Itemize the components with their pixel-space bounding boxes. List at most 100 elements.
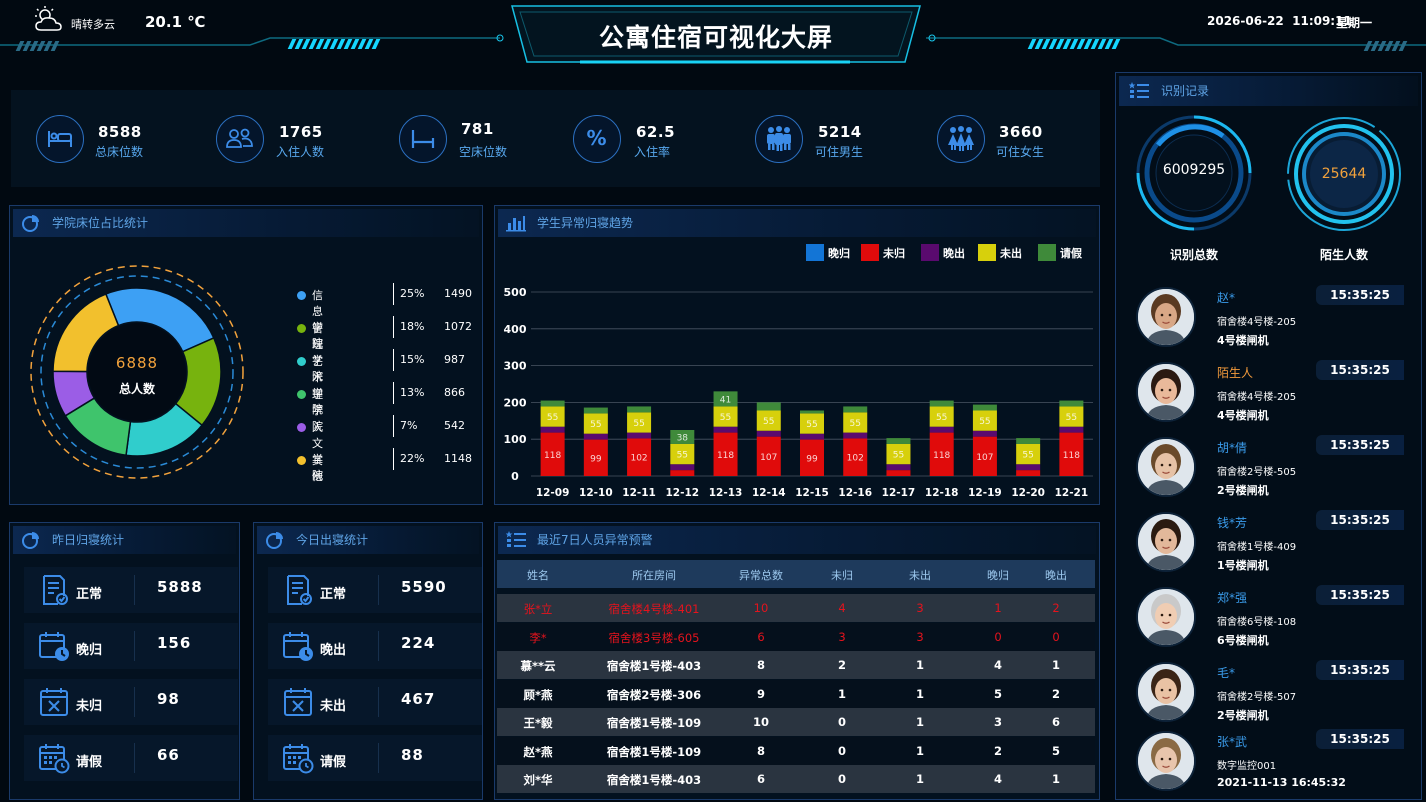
bar-value-label: 118: [1063, 451, 1080, 461]
college-panel-header: 学院床位占比统计: [13, 209, 479, 237]
table-row: 顾*燕 宿舍楼2号楼-306 9 1 1 5 2: [497, 679, 1095, 708]
trend-stacked-bar-chart: 0 100 200 300 400 500 晚归 未归 晚出 未出 请假 118 55 12-09 99 55…: [504, 244, 1093, 499]
college-name: 其他: [312, 454, 323, 483]
today-panel: 今日出寝统计 正常 5590 晚出 224 未出 467 请假 88: [253, 522, 483, 800]
avatar: [1136, 437, 1196, 497]
bar-value-label: 55: [936, 413, 947, 423]
bar-value-label: 55: [633, 419, 644, 429]
stat-box-value: 98: [157, 690, 180, 708]
x-tick-label: 12-09: [536, 487, 570, 499]
bar-value-label: 55: [763, 417, 774, 427]
list-icon: [1129, 82, 1149, 98]
bar-segment: [1016, 470, 1041, 476]
percent-icon: %: [573, 115, 621, 163]
table-cell: 3: [916, 629, 924, 644]
table-cell: 2: [1051, 686, 1060, 701]
legend-dot: [297, 423, 306, 432]
table-cell: 慕**云: [520, 659, 556, 673]
bar-value-label: 118: [544, 451, 561, 461]
stat-box-value: 5888: [157, 578, 203, 596]
document-check-icon: [38, 574, 70, 606]
yesterday-panel: 昨日归寝统计 正常 5888 晚归 156 未归 98 请假 66: [9, 522, 240, 800]
stat-box-divider: [378, 687, 379, 717]
table-cell: 8: [756, 658, 765, 672]
bar-value-label: 118: [933, 451, 950, 461]
college-panel-title: 学院床位占比统计: [52, 216, 149, 230]
avatar: [1136, 587, 1196, 647]
college-value: 866: [444, 386, 465, 399]
college-donut-chart: [30, 265, 244, 479]
bar-segment: [886, 464, 911, 471]
calendar-leave-icon: [282, 742, 314, 774]
table-cell: 宿舍楼3号楼-605: [608, 630, 700, 645]
table-header-cell: 晚出: [1045, 569, 1067, 582]
table-cell: 6: [756, 772, 765, 786]
bar-segment: [583, 407, 608, 414]
bar-segment: [800, 410, 824, 414]
record-device: 6号楼闸机: [1217, 634, 1269, 647]
header-datetime: 2026-06-22 11:09:11: [1207, 14, 1352, 28]
bar-segment: [1016, 438, 1041, 444]
bar-segment: [800, 433, 824, 440]
table-cell: 9: [756, 686, 765, 701]
bar-segment: [1059, 400, 1084, 407]
recognition-record: 张*武 数字监控001 2021-11-13 16:45:32 15:35:25: [1136, 729, 1406, 795]
stat-box-item: 未出 467: [268, 679, 482, 725]
legend-dot: [297, 390, 306, 399]
header-stripes-right: [1027, 34, 1121, 53]
recognition-total-label: 识别总数: [1169, 248, 1218, 262]
college-panel: 学院床位占比统计 6888 总人数 信息学院 25% 1490 管理学院 18% 1072…: [9, 205, 483, 505]
bar-segment: [627, 432, 652, 439]
bar-value-label: 118: [717, 451, 734, 461]
stat-value-occupancy: 62.5: [636, 123, 676, 141]
weather-text: 晴转多云: [71, 18, 115, 31]
recognition-total-value: 6009295: [1162, 162, 1226, 178]
stranger-count-label: 陌生人数: [1319, 248, 1368, 262]
bar-segment: [713, 426, 738, 433]
legend-label: 未归: [882, 246, 905, 260]
calendar-x-icon: [38, 686, 70, 718]
stat-label-total-beds: 总床位数: [95, 145, 144, 159]
header-stripes-right-dim: [1363, 36, 1408, 55]
table-cell: 赵*燕: [523, 744, 553, 759]
stat-box-label: 晚归: [76, 643, 103, 658]
x-tick-label: 12-16: [838, 487, 872, 499]
trend-panel: 学生异常归寝趋势 0 100 200 300 400 500 晚归 未归 晚出 未出 请假 118 55…: [494, 205, 1100, 505]
bed-icon: [36, 115, 84, 163]
today-panel-header: 今日出寝统计: [257, 526, 479, 554]
table-cell: 10: [752, 715, 769, 729]
table-cell: 宿舍楼1号楼-403: [606, 659, 702, 673]
bar-value-label: 107: [976, 453, 993, 463]
stat-box-value: 467: [401, 690, 436, 708]
table-cell: 1: [915, 715, 924, 729]
avatar: [1136, 731, 1196, 791]
legend-divider: [393, 415, 394, 437]
college-percent: 15%: [400, 353, 425, 366]
table-cell: 0: [837, 772, 846, 786]
calendar-x-icon: [282, 686, 314, 718]
record-device: 2号楼闸机: [1217, 484, 1269, 497]
y-tick-label: 300: [504, 360, 527, 373]
table-cell: 10: [753, 601, 769, 615]
table-cell: 3: [838, 629, 846, 644]
avatar: [1136, 287, 1196, 347]
table-cell: 6: [757, 629, 765, 644]
record-time: 15:35:25: [1316, 435, 1404, 455]
female-group-icon: [937, 115, 985, 163]
table-cell: 李*: [529, 630, 547, 645]
x-tick-label: 12-21: [1055, 487, 1089, 499]
stat-box-divider: [378, 575, 379, 605]
recognition-panel-header: 识别记录: [1119, 76, 1418, 106]
record-device: 4号楼闸机: [1217, 334, 1269, 347]
bar-segment: [929, 426, 954, 433]
male-group-icon: [755, 115, 803, 163]
stat-box-item: 晚出 224: [268, 623, 482, 669]
record-time: 15:35:25: [1316, 285, 1404, 305]
stat-box-value: 156: [157, 634, 192, 652]
bar-segment: [843, 432, 868, 439]
recognition-record: 赵* 宿舍楼4号楼-205 4号楼闸机 15:35:25: [1136, 285, 1406, 351]
stat-value-total-beds: 8588: [98, 123, 142, 141]
alert-panel-header: 最近7日人员异常预警: [498, 526, 1096, 554]
empty-bed-icon: [399, 115, 447, 163]
recognition-record: 胡*倩 宿舍楼2号楼-505 2号楼闸机 15:35:25: [1136, 435, 1406, 501]
